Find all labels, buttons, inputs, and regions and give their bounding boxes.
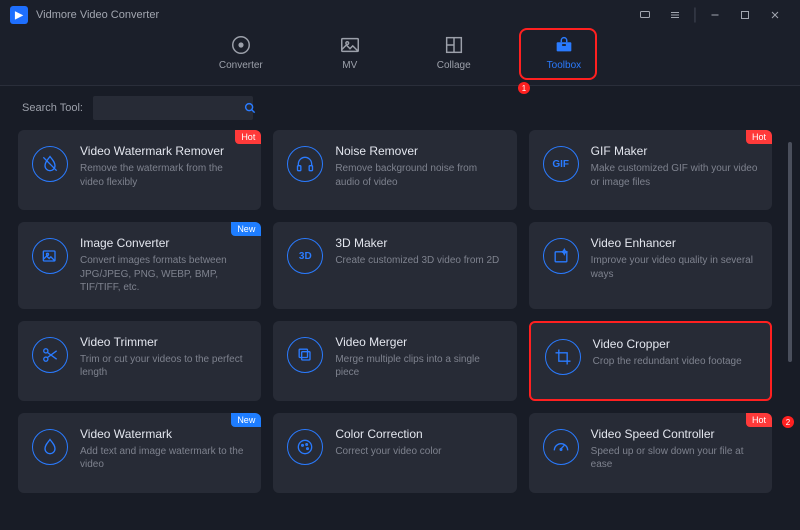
image-icon <box>339 34 361 56</box>
scrollbar[interactable] <box>788 140 792 400</box>
tool-title: Noise Remover <box>335 144 502 158</box>
layers-icon <box>287 337 323 373</box>
badge-new: New <box>231 413 261 427</box>
gif-icon: GIF <box>543 146 579 182</box>
sparkle-film-icon <box>543 238 579 274</box>
droplet-icon <box>32 429 68 465</box>
tool-video-merger[interactable]: Video Merger Merge multiple clips into a… <box>273 321 516 401</box>
maximize-icon[interactable] <box>730 0 760 30</box>
badge-hot: Hot <box>746 413 772 427</box>
app-title: Vidmore Video Converter <box>36 9 159 21</box>
tool-video-watermark[interactable]: New Video Watermark Add text and image w… <box>18 413 261 493</box>
search-icon[interactable] <box>243 101 257 115</box>
tab-collage[interactable]: Collage <box>429 30 479 75</box>
tool-desc: Remove the watermark from the video flex… <box>80 162 247 189</box>
collage-icon <box>443 34 465 56</box>
scissors-icon <box>32 337 68 373</box>
tab-label: MV <box>342 60 357 71</box>
tab-mv[interactable]: MV <box>331 30 369 75</box>
badge-hot: Hot <box>235 130 261 144</box>
tool-image-converter[interactable]: New Image Converter Convert images forma… <box>18 222 261 309</box>
tool-noise-remover[interactable]: Noise Remover Remove background noise fr… <box>273 130 516 210</box>
tool-desc: Crop the redundant video footage <box>593 355 756 369</box>
tools-area: Hot Video Watermark Remover Remove the w… <box>0 130 800 530</box>
tool-video-speed-controller[interactable]: Hot Video Speed Controller Speed up or s… <box>529 413 772 493</box>
tool-video-enhancer[interactable]: Video Enhancer Improve your video qualit… <box>529 222 772 309</box>
tool-title: GIF Maker <box>591 144 758 158</box>
tool-title: Color Correction <box>335 427 502 441</box>
tool-desc: Correct your video color <box>335 445 502 459</box>
divider: | <box>690 0 700 30</box>
titlebar: ▶ Vidmore Video Converter | <box>0 0 800 30</box>
search-label: Search Tool: <box>22 102 83 114</box>
tool-title: Image Converter <box>80 236 247 250</box>
tool-desc: Remove background noise from audio of vi… <box>335 162 502 189</box>
app-logo: ▶ <box>10 6 28 24</box>
badge-hot: Hot <box>746 130 772 144</box>
tab-label: Collage <box>437 60 471 71</box>
headphones-icon <box>287 146 323 182</box>
close-icon[interactable] <box>760 0 790 30</box>
feedback-icon[interactable] <box>630 0 660 30</box>
badge-new: New <box>231 222 261 236</box>
callout-number-2: 2 <box>782 416 794 428</box>
tool-title: Video Trimmer <box>80 335 247 349</box>
highlight-box-1 <box>519 28 597 80</box>
droplet-slash-icon <box>32 146 68 182</box>
tool-grid: Hot Video Watermark Remover Remove the w… <box>18 130 772 493</box>
main-nav: Converter MV Collage Toolbox 1 <box>0 30 800 85</box>
tool-gif-maker[interactable]: Hot GIF GIF Maker Make customized GIF wi… <box>529 130 772 210</box>
image-convert-icon <box>32 238 68 274</box>
tool-desc: Speed up or slow down your file at ease <box>591 445 758 472</box>
tool-title: Video Merger <box>335 335 502 349</box>
tool-color-correction[interactable]: Color Correction Correct your video colo… <box>273 413 516 493</box>
tool-title: Video Speed Controller <box>591 427 758 441</box>
tool-desc: Trim or cut your videos to the perfect l… <box>80 353 247 380</box>
callout-number-1: 1 <box>518 82 530 94</box>
palette-icon <box>287 429 323 465</box>
search-input[interactable] <box>101 102 243 114</box>
scrollbar-thumb[interactable] <box>788 142 792 362</box>
tool-desc: Improve your video quality in several wa… <box>591 254 758 281</box>
crop-icon <box>545 339 581 375</box>
search-row: Search Tool: <box>0 86 800 130</box>
tool-video-cropper[interactable]: Video Cropper Crop the redundant video f… <box>529 321 772 401</box>
tool-3d-maker[interactable]: 3D 3D Maker Create customized 3D video f… <box>273 222 516 309</box>
tool-desc: Add text and image watermark to the vide… <box>80 445 247 472</box>
tool-desc: Create customized 3D video from 2D <box>335 254 502 268</box>
tool-desc: Make customized GIF with your video or i… <box>591 162 758 189</box>
power-icon <box>230 34 252 56</box>
tool-title: Video Cropper <box>593 337 756 351</box>
minimize-icon[interactable] <box>700 0 730 30</box>
menu-icon[interactable] <box>660 0 690 30</box>
tool-title: Video Watermark Remover <box>80 144 247 158</box>
tool-title: 3D Maker <box>335 236 502 250</box>
tab-label: Converter <box>219 60 263 71</box>
speedometer-icon <box>543 429 579 465</box>
tool-video-trimmer[interactable]: Video Trimmer Trim or cut your videos to… <box>18 321 261 401</box>
tool-desc: Merge multiple clips into a single piece <box>335 353 502 380</box>
tool-title: Video Watermark <box>80 427 247 441</box>
3d-icon: 3D <box>287 238 323 274</box>
tool-title: Video Enhancer <box>591 236 758 250</box>
tool-desc: Convert images formats between JPG/JPEG,… <box>80 254 247 295</box>
tab-toolbox[interactable]: Toolbox <box>539 30 589 75</box>
search-box[interactable] <box>93 96 253 120</box>
tab-converter[interactable]: Converter <box>211 30 271 75</box>
tool-video-watermark-remover[interactable]: Hot Video Watermark Remover Remove the w… <box>18 130 261 210</box>
